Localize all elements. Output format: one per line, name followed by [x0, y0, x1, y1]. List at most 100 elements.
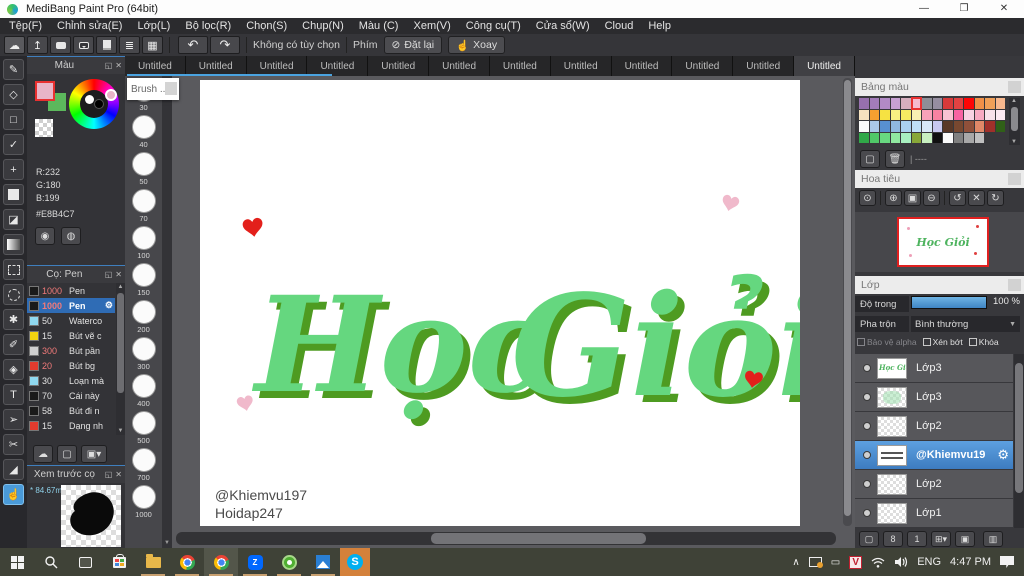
rotate-button[interactable]: ☝ Xoay: [448, 36, 506, 54]
navigator-view-rect[interactable]: Học Giỏi: [897, 217, 989, 267]
language-indicator[interactable]: ENG: [917, 556, 941, 568]
layer-row-3[interactable]: @Khiemvu19 ⚙: [855, 441, 1013, 469]
brush-item-7[interactable]: 70 Cái này: [27, 388, 115, 403]
palette-color[interactable]: [869, 121, 879, 132]
tab-untitled-5[interactable]: Untitled: [429, 56, 490, 76]
blend-mode-dropdown[interactable]: Bình thường ▼: [911, 316, 1020, 332]
palette-color[interactable]: [911, 121, 921, 132]
menu-item-3[interactable]: Bộ lọc(R): [185, 20, 231, 32]
layer-visibility-icon[interactable]: [863, 451, 871, 459]
zoom-in-icon[interactable]: ⊕: [885, 190, 902, 206]
new-palette-color-icon[interactable]: ▢: [860, 150, 880, 168]
layer-option-2[interactable]: Khóa: [968, 337, 999, 347]
brush-size-option-700[interactable]: 700: [125, 446, 162, 483]
tab-untitled-2[interactable]: Untitled: [246, 56, 308, 76]
task-view-icon[interactable]: [68, 548, 102, 576]
tab-untitled-1[interactable]: Untitled: [185, 56, 247, 76]
menu-item-2[interactable]: Lớp(L): [137, 20, 170, 32]
menu-item-11[interactable]: Help: [648, 20, 671, 32]
zoom-out-icon[interactable]: ⊖: [923, 190, 940, 206]
palette-color[interactable]: [890, 109, 900, 120]
palette-color[interactable]: [985, 109, 995, 120]
brush-item-4[interactable]: 300 Bút pần: [27, 343, 115, 358]
layer-visibility-icon[interactable]: [863, 509, 871, 517]
duplicate-layer-icon[interactable]: ▥: [983, 531, 1003, 547]
tab-untitled-8[interactable]: Untitled: [611, 56, 673, 76]
palette-color[interactable]: [880, 121, 890, 132]
tab-untitled-0[interactable]: Untitled: [125, 56, 186, 76]
tab-untitled-9[interactable]: Untitled: [672, 56, 734, 76]
palette-color[interactable]: [932, 121, 942, 132]
lasso-tool-icon[interactable]: [3, 284, 24, 305]
palette-color[interactable]: [964, 121, 974, 132]
palette-color[interactable]: [995, 121, 1005, 132]
search-icon[interactable]: [34, 548, 68, 576]
brush-image-icon[interactable]: ▣▾: [81, 445, 107, 463]
comment-list-icon[interactable]: [73, 36, 94, 54]
palette-color[interactable]: [964, 132, 974, 143]
menu-item-0[interactable]: Tệp(F): [9, 20, 42, 32]
palette-color[interactable]: [985, 98, 995, 109]
brush-item-6[interactable]: 30 Loạn mà: [27, 373, 115, 388]
zoom-reset-icon[interactable]: ⊙: [859, 190, 876, 206]
transparent-swatch[interactable]: [35, 119, 53, 137]
layer-row-2[interactable]: Lớp2: [855, 412, 1013, 440]
palette-color[interactable]: [922, 121, 932, 132]
palette-color[interactable]: [985, 133, 995, 144]
chrome-active-icon[interactable]: [204, 548, 238, 576]
select-eraser-tool-icon[interactable]: ◈: [3, 359, 24, 380]
brush-size-scrollbar[interactable]: ▲ ▼: [162, 76, 172, 548]
brush-size-option-100[interactable]: 100: [125, 224, 162, 261]
chrome-icon[interactable]: [170, 548, 204, 576]
brush-size-option-400[interactable]: 400: [125, 372, 162, 409]
brush-item-8[interactable]: 58 Bút đi n: [27, 403, 115, 418]
divide-tool-icon[interactable]: ✂: [3, 434, 24, 455]
popout-icon[interactable]: ◱: [105, 470, 113, 479]
palette-color[interactable]: [974, 98, 984, 109]
rotate-right-icon[interactable]: ↻: [987, 190, 1004, 206]
panel-menu-icon[interactable]: [1008, 279, 1021, 291]
canvas[interactable]: Học Học Giỏi Giỏi: [200, 80, 837, 526]
layer-option-0[interactable]: Bảo vệ alpha: [857, 337, 917, 347]
palette-color[interactable]: [901, 121, 911, 132]
palette-color[interactable]: [922, 98, 932, 109]
brush-item-5[interactable]: 20 Bút bg: [27, 358, 115, 373]
menu-item-7[interactable]: Xem(V): [413, 20, 450, 32]
palette-color[interactable]: [943, 132, 953, 143]
vertical-scrollbar[interactable]: [843, 78, 852, 526]
palette-color[interactable]: [932, 98, 942, 109]
minimize-button[interactable]: —: [904, 0, 944, 18]
1bit-layer-icon[interactable]: 1: [907, 531, 927, 547]
undo-button[interactable]: ↶: [178, 36, 208, 54]
menu-item-4[interactable]: Chọn(S): [246, 20, 287, 32]
select-tool-icon[interactable]: [3, 259, 24, 280]
document-icon[interactable]: [96, 36, 117, 54]
palette-color[interactable]: [859, 121, 869, 132]
comment-icon[interactable]: [50, 36, 71, 54]
palette-color[interactable]: [880, 132, 890, 143]
palette-color[interactable]: [922, 109, 932, 120]
palette-color[interactable]: [953, 98, 963, 109]
cloud-icon[interactable]: ☁: [4, 36, 25, 54]
brush-item-2[interactable]: 50 Waterco: [27, 313, 115, 328]
palette-color[interactable]: [943, 98, 953, 109]
restore-button[interactable]: ❐: [944, 0, 984, 18]
palette-color[interactable]: [910, 97, 922, 110]
close-button[interactable]: ✕: [984, 0, 1024, 18]
layer-visibility-icon[interactable]: [863, 480, 871, 488]
palette-color[interactable]: [964, 98, 974, 109]
palette-color[interactable]: [974, 121, 984, 132]
close-icon[interactable]: ✕: [115, 470, 122, 479]
palette-color[interactable]: [901, 98, 911, 109]
start-button[interactable]: [0, 548, 34, 576]
brush-item-1[interactable]: 1000 Pen ⚙: [27, 298, 115, 313]
layer-visibility-icon[interactable]: [863, 364, 871, 372]
display-tray-icon[interactable]: [808, 557, 823, 568]
menu-item-8[interactable]: Công cụ(T): [466, 20, 521, 32]
palette-color[interactable]: [890, 121, 900, 132]
redo-button[interactable]: ↷: [210, 36, 240, 54]
rectangle-tool-icon[interactable]: □: [3, 109, 24, 130]
move-tool-icon[interactable]: +: [3, 159, 24, 180]
palette-color[interactable]: [953, 121, 963, 132]
palette-edit-icon[interactable]: ◍: [61, 227, 81, 245]
